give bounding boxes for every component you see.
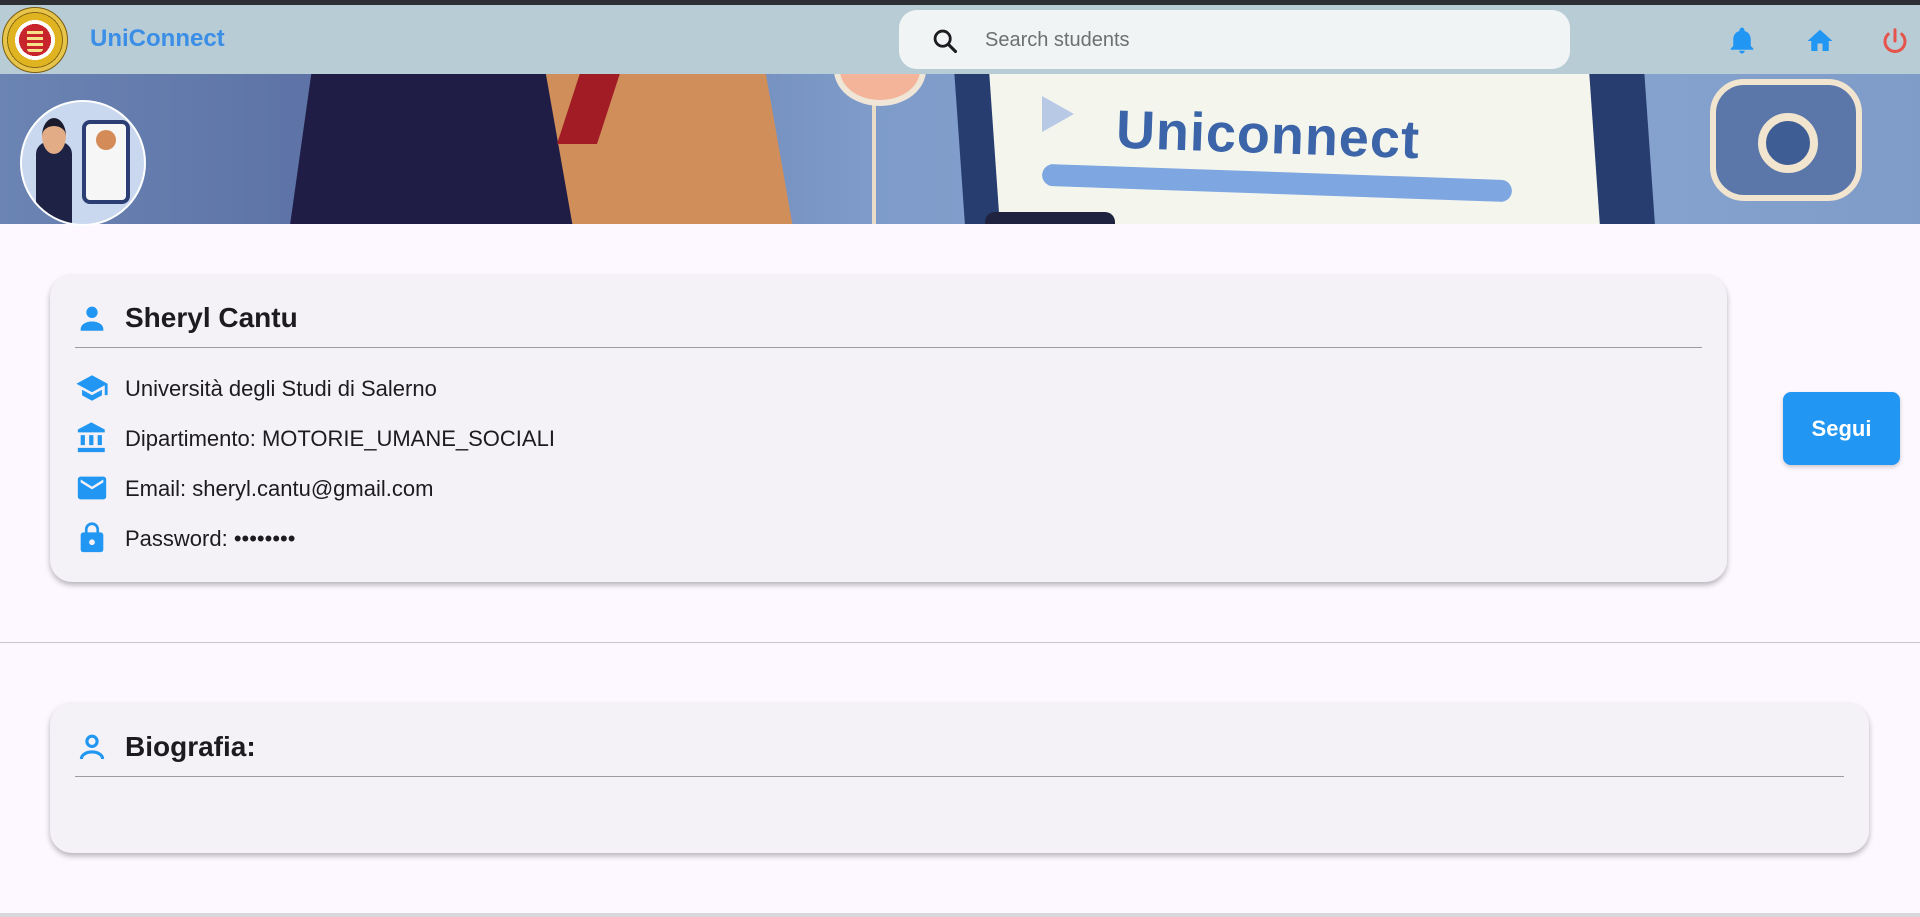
department-text: Dipartimento: MOTORIE_UMANE_SOCIALI <box>125 426 555 451</box>
banner-art <box>834 74 926 106</box>
window-bottom-edge <box>0 913 1920 917</box>
person-outline-icon <box>79 734 105 760</box>
divider <box>75 347 1702 348</box>
institution-icon <box>77 422 105 453</box>
avatar-phone <box>82 120 130 204</box>
search-icon <box>933 29 958 54</box>
home-icon[interactable] <box>1805 26 1835 56</box>
person-icon <box>80 306 104 331</box>
mail-icon <box>77 476 107 500</box>
university-text: Università degli Studi di Salerno <box>125 376 437 401</box>
avatar[interactable] <box>20 100 146 226</box>
power-icon[interactable] <box>1880 26 1910 56</box>
biography-title: Biografia: <box>125 731 256 762</box>
avatar-figure <box>36 142 72 224</box>
search-bar[interactable] <box>899 10 1570 69</box>
divider <box>75 776 1844 777</box>
camera-icon <box>1710 79 1862 201</box>
graduation-cap-icon <box>76 375 108 401</box>
profile-banner: Uniconnect <box>0 74 1920 224</box>
app-bar: UniConnect <box>0 5 1920 74</box>
bell-icon[interactable] <box>1727 26 1757 56</box>
email-text: Email: sheryl.cantu@gmail.com <box>125 476 434 501</box>
university-logo[interactable] <box>2 7 68 73</box>
avatar-figure <box>42 118 66 154</box>
follow-button[interactable]: Segui <box>1783 392 1900 465</box>
profile-name: Sheryl Cantu <box>125 302 298 333</box>
play-icon <box>1042 96 1074 132</box>
banner-art <box>985 212 1115 224</box>
banner-title: Uniconnect <box>1115 99 1421 171</box>
profile-card: Sheryl Cantu Università degli Studi di S… <box>50 275 1727 582</box>
biography-card: Biografia: <box>50 703 1869 853</box>
section-divider <box>0 642 1920 643</box>
password-text: Password: •••••••• <box>125 526 296 551</box>
lock-icon <box>80 522 104 553</box>
search-input[interactable] <box>983 20 1547 60</box>
app-title[interactable]: UniConnect <box>90 25 225 53</box>
